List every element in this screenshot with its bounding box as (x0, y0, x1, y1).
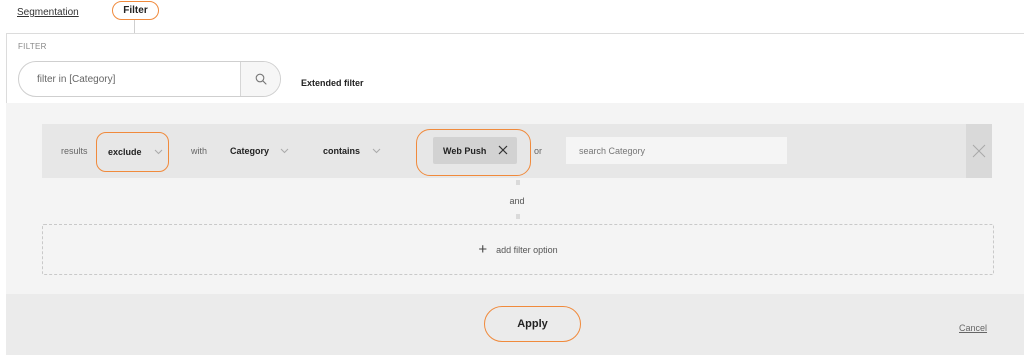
filter-caption: FILTER (18, 42, 47, 51)
filter-rule-row: results exclude with Category contains W… (42, 124, 992, 178)
chevron-down-icon (154, 149, 162, 155)
search-icon (255, 73, 267, 85)
filter-panel: FILTER Extended filter (6, 33, 1024, 103)
operator-dropdown[interactable]: contains (323, 124, 381, 178)
add-filter-option-button[interactable]: + add filter option (42, 224, 994, 275)
chevron-down-icon (280, 148, 289, 154)
tab-connector-line (134, 20, 135, 33)
connector-dot (516, 214, 520, 219)
chevron-down-icon (372, 148, 381, 154)
connector-dot (516, 180, 520, 185)
mode-value: exclude (108, 147, 142, 157)
apply-button[interactable]: Apply (484, 306, 581, 342)
tab-segmentation[interactable]: Segmentation (17, 7, 79, 18)
mode-dropdown[interactable]: exclude (96, 132, 169, 172)
operator-value: contains (323, 146, 361, 156)
or-label: or (534, 146, 543, 156)
footer-bar: Apply Cancel (6, 294, 1024, 355)
and-connector-label: and (509, 196, 525, 206)
filter-search-input[interactable] (19, 62, 236, 96)
extended-filter-link[interactable]: Extended filter (301, 78, 364, 88)
value-chip: Web Push (433, 137, 517, 164)
with-label: with (191, 146, 208, 156)
extended-filter-area: results exclude with Category contains W… (6, 103, 1024, 294)
results-label: results (61, 146, 88, 156)
filter-editor: Segmentation Filter FILTER Extended filt… (0, 0, 1024, 355)
tab-filter[interactable]: Filter (112, 1, 159, 20)
search-button[interactable] (240, 62, 280, 96)
field-dropdown[interactable]: Category (230, 124, 289, 178)
chip-label: Web Push (443, 145, 487, 156)
field-value: Category (230, 146, 270, 156)
remove-rule-button[interactable] (966, 124, 992, 178)
close-icon (972, 144, 986, 158)
cancel-link[interactable]: Cancel (959, 323, 987, 333)
view-tabs: Segmentation Filter (0, 0, 1024, 34)
add-filter-label: add filter option (496, 244, 558, 255)
plus-icon: + (478, 241, 488, 258)
category-search-input[interactable] (566, 137, 787, 164)
close-icon[interactable] (497, 144, 509, 156)
filter-search-box (18, 61, 281, 97)
